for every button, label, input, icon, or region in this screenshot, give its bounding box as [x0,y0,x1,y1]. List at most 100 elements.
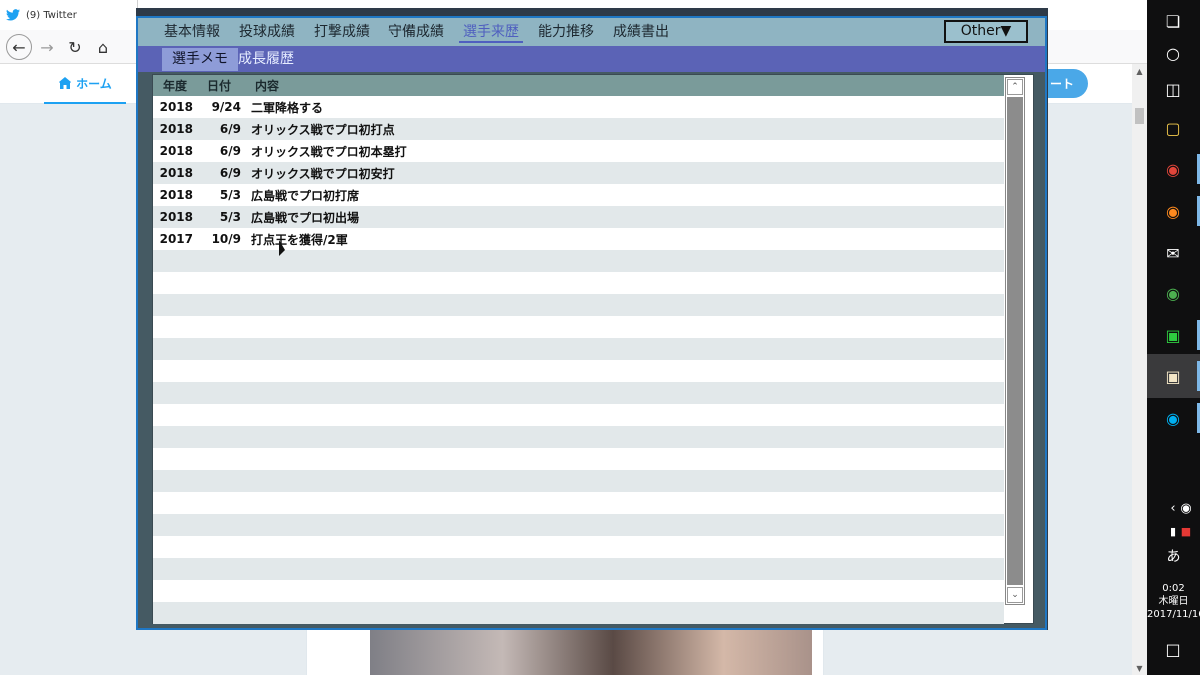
tab-player-memo[interactable]: 選手メモ [162,48,238,71]
menu-fielding-stats[interactable]: 守備成績 [384,21,448,43]
cell-date: 6/9 [219,166,241,180]
twitter-home-link[interactable]: ホーム [44,64,126,104]
cell-date: 9/24 [211,100,241,114]
cell-content: オリックス戦でプロ初本塁打 [251,144,407,159]
scroll-down-icon[interactable]: ⌄ [1007,587,1023,603]
task-view-icon[interactable]: ◫ [1158,74,1188,104]
table-scrollbar[interactable]: ⌃ ⌄ [1005,77,1025,605]
header-content: 内容 [255,79,280,93]
back-icon[interactable]: ← [6,34,32,60]
table-row-empty [153,492,1004,514]
cell-year: 2017 [159,232,193,246]
table-row-empty [153,602,1004,624]
page-scroll-thumb[interactable] [1135,108,1144,124]
table-row[interactable]: 2018 6/9 オリックス戦でプロ初本塁打 [153,140,1004,162]
firefox-icon[interactable]: ◉ [1158,196,1188,226]
header-year: 年度 [163,79,188,93]
menu-basic-info[interactable]: 基本情報 [160,21,224,43]
system-clock[interactable]: 0:02 木曜日 2017/11/16 [1147,582,1200,621]
mail-icon[interactable]: ✉ [1158,238,1188,268]
cell-content: 打点王を獲得/2軍 [251,232,348,247]
cell-year: 2018 [159,100,193,114]
table-row-empty [153,448,1004,470]
table-row-empty [153,360,1004,382]
cell-date: 5/3 [219,210,241,224]
table-row-empty [153,426,1004,448]
table-header: 年度 日付 内容 [153,75,1004,96]
table-row[interactable]: 2018 6/9 オリックス戦でプロ初安打 [153,162,1004,184]
player-detail-window: 基本情報 投球成績 打撃成績 守備成績 選手来歴 能力推移 成績書出 Other… [136,16,1047,630]
cell-date: 6/9 [219,144,241,158]
clock-time: 0:02 [1162,583,1185,594]
security-icon[interactable]: ■ [1171,516,1200,546]
clock-date: 2017/11/16 [1147,609,1200,620]
tweet-button[interactable]: ート [1046,69,1088,98]
table-row-empty [153,338,1004,360]
other-dropdown-button[interactable]: Other▼ [944,20,1028,43]
cell-year: 2018 [159,122,193,136]
cell-year: 2018 [159,210,193,224]
pawapuro-app-icon[interactable]: ▣ [1158,361,1188,391]
tab-growth-history[interactable]: 成長履歴 [228,48,304,71]
table-scroll-thumb[interactable] [1007,97,1023,585]
table-row-empty [153,514,1004,536]
cortana-icon[interactable]: ○ [1158,38,1188,68]
forward-icon[interactable]: → [34,34,60,60]
file-explorer-icon[interactable]: ▢ [1158,113,1188,143]
cell-content: オリックス戦でプロ初安打 [251,166,395,181]
table-row-empty [153,316,1004,338]
menu-ability-trend[interactable]: 能力推移 [534,21,598,43]
skype-icon[interactable]: ◉ [1158,403,1188,433]
cell-content: 広島戦でプロ初出場 [251,210,360,225]
table-row[interactable]: 2018 5/3 広島戦でプロ初出場 [153,206,1004,228]
chrome-icon[interactable]: ◉ [1158,154,1188,184]
reload-icon[interactable]: ↻ [62,34,88,60]
table-row-empty [153,294,1004,316]
table-row-empty [153,536,1004,558]
windows-taskbar: ❏ ○ ◫ ▢ ◉ ◉ ✉ ◉ ▣ ▣ ◉ ‹ ◉ ▮ ■ あ 0:02 木曜日… [1147,0,1200,675]
tweet-image[interactable] [370,628,812,675]
scroll-up-icon[interactable]: ▲ [1132,64,1147,78]
page-scrollbar[interactable]: ▲ ▼ [1132,64,1147,675]
cell-date: 6/9 [219,122,241,136]
browser-tab-twitter[interactable]: (9) Twitter [0,0,138,30]
table-row-empty [153,404,1004,426]
table-row-empty [153,470,1004,492]
twitter-bird-icon [6,9,20,21]
table-row-empty [153,558,1004,580]
table-row[interactable]: 2018 6/9 オリックス戦でプロ初打点 [153,118,1004,140]
maps-icon[interactable]: ◉ [1158,278,1188,308]
cell-content: 二軍降格する [251,100,324,115]
header-date: 日付 [207,79,232,93]
scroll-down-icon[interactable]: ▼ [1132,661,1147,675]
home-icon [59,77,72,89]
mouse-cursor-icon [279,240,285,256]
history-table: 年度 日付 内容 2018 9/24 二軍降格する 2018 6/9 オリックス戦でプロ初… [152,74,1034,624]
notification-icon[interactable]: □ [1158,634,1188,664]
table-row[interactable]: 2018 5/3 広島戦でプロ初打席 [153,184,1004,206]
cell-date: 5/3 [219,188,241,202]
table-row[interactable]: 2018 9/24 二軍降格する [153,96,1004,118]
menu-player-history[interactable]: 選手来歴 [459,21,523,43]
cell-year: 2018 [159,166,193,180]
cell-date: 10/9 [211,232,241,246]
sub-tab-bar: 選手メモ 成長履歴 [138,46,1045,72]
menu-batting-stats[interactable]: 打撃成績 [310,21,374,43]
menu-pitching-stats[interactable]: 投球成績 [235,21,299,43]
cell-content: 広島戦でプロ初打席 [251,188,360,203]
line-icon[interactable]: ▣ [1158,320,1188,350]
scroll-up-icon[interactable]: ⌃ [1007,79,1023,95]
home-label: ホーム [76,76,112,91]
browser-tab-title: (9) Twitter [26,9,77,21]
windows-start-icon[interactable]: ❏ [1158,6,1188,36]
clock-weekday: 木曜日 [1158,596,1189,607]
table-row-empty [153,382,1004,404]
cell-year: 2018 [159,188,193,202]
menu-bar: 基本情報 投球成績 打撃成績 守備成績 選手来歴 能力推移 成績書出 Other… [138,18,1045,46]
ime-indicator[interactable]: あ [1147,546,1200,566]
menu-export-stats[interactable]: 成績書出 [609,21,673,43]
table-row-empty [153,272,1004,294]
table-row-empty [153,580,1004,602]
table-body: 2018 9/24 二軍降格する 2018 6/9 オリックス戦でプロ初打点 2018 6/9… [153,96,1004,624]
home-icon[interactable]: ⌂ [90,34,116,60]
